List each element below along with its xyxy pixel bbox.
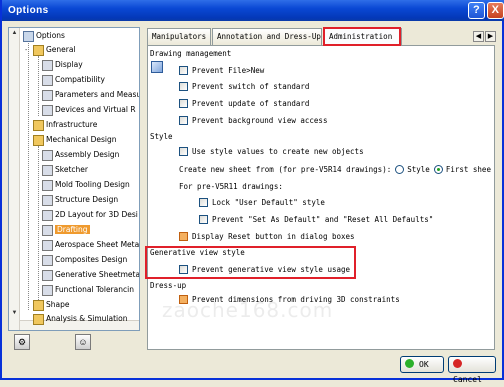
tree-item-options[interactable]: Options bbox=[23, 29, 65, 43]
option-lock-user-default[interactable]: Lock "User Default" style bbox=[199, 197, 325, 208]
tree-item-sketcher[interactable]: Sketcher bbox=[42, 163, 88, 177]
cancel-button[interactable]: Cancel bbox=[448, 356, 496, 384]
checkbox[interactable] bbox=[179, 264, 188, 274]
drafting-icon bbox=[42, 224, 53, 236]
parameters-icon bbox=[42, 89, 53, 101]
tree-item-aerospace-sheet-metal[interactable]: Aerospace Sheet Metal bbox=[42, 238, 139, 252]
close-button[interactable]: X bbox=[487, 2, 504, 19]
options-dialog: Options ? X ▲ ▼ Options - General Displa… bbox=[0, 0, 504, 384]
option-prevent-update[interactable]: Prevent update of standard bbox=[179, 98, 309, 109]
reset-options-icon[interactable]: ⚙ bbox=[14, 334, 30, 350]
tree-item-display[interactable]: Display bbox=[42, 58, 83, 72]
tree-item-2d-layout[interactable]: 2D Layout for 3D Desi bbox=[42, 208, 138, 222]
ok-button[interactable]: OK bbox=[400, 356, 444, 373]
assembly-icon bbox=[42, 149, 53, 161]
window-title: Options bbox=[8, 5, 49, 16]
scroll-down-icon[interactable]: ▼ bbox=[10, 309, 19, 318]
tree-item-mold-tooling[interactable]: Mold Tooling Design bbox=[42, 178, 130, 192]
option-prevent-generative[interactable]: Prevent generative view style usage bbox=[179, 264, 350, 275]
help-button[interactable]: ? bbox=[468, 2, 485, 19]
title-bar[interactable]: Options ? X bbox=[2, 0, 504, 21]
checkbox[interactable] bbox=[199, 197, 208, 207]
sketcher-icon bbox=[42, 164, 53, 176]
checkbox[interactable] bbox=[199, 214, 208, 224]
tree-item-structure-design[interactable]: Structure Design bbox=[42, 193, 118, 207]
folder-icon bbox=[33, 44, 44, 56]
composites-icon bbox=[42, 254, 53, 266]
option-prevent-set-as-default[interactable]: Prevent "Set As Default" and "Reset All … bbox=[199, 214, 433, 225]
tree-item-devices[interactable]: Devices and Virtual R bbox=[42, 103, 136, 117]
option-prevent-background[interactable]: Prevent background view access bbox=[179, 115, 327, 126]
folder-icon bbox=[33, 119, 44, 131]
pre-v5r11-label: For pre-V5R11 drawings: bbox=[179, 182, 283, 191]
folder-icon bbox=[33, 313, 44, 325]
option-use-style-values[interactable]: Use style values to create new objects bbox=[179, 146, 364, 157]
folder-icon bbox=[33, 299, 44, 311]
section-drawing-management: Drawing management bbox=[149, 48, 494, 60]
tree-vertical-scrollbar[interactable]: ▲ ▼ bbox=[9, 28, 20, 330]
tab-manipulators[interactable]: Manipulators bbox=[147, 28, 211, 45]
tolerancing-icon bbox=[42, 284, 53, 296]
ok-icon bbox=[405, 359, 414, 368]
display-icon bbox=[42, 59, 53, 71]
lock-settings-icon bbox=[151, 61, 163, 73]
scroll-up-icon[interactable]: ▲ bbox=[10, 29, 19, 38]
option-prevent-switch[interactable]: Prevent switch of standard bbox=[179, 81, 309, 92]
mold-icon bbox=[42, 179, 53, 191]
tree-item-assembly-design[interactable]: Assembly Design bbox=[42, 148, 119, 162]
checkbox[interactable] bbox=[179, 98, 188, 108]
tab-annotation-dress-up[interactable]: Annotation and Dress-Up bbox=[212, 28, 322, 45]
layout-icon bbox=[42, 209, 53, 221]
tree-item-generative-sheetmetal[interactable]: Generative Sheetmetal bbox=[42, 268, 139, 282]
watermark: zaoche168.com bbox=[162, 298, 334, 322]
create-new-sheet-row: Create new sheet from (for pre-V5R14 dra… bbox=[179, 164, 491, 174]
tree-item-parameters[interactable]: Parameters and Measur bbox=[42, 88, 139, 102]
sheetmetal-icon bbox=[42, 269, 53, 281]
tab-scroll: ◀ ▶ bbox=[472, 31, 496, 42]
checkbox[interactable] bbox=[179, 115, 188, 125]
tree-item-general[interactable]: General bbox=[33, 43, 76, 57]
tree-item-composites-design[interactable]: Composites Design bbox=[42, 253, 127, 267]
checkbox-locked[interactable] bbox=[179, 231, 188, 241]
tab-administration[interactable]: Administration bbox=[324, 28, 402, 46]
tree-item-infrastructure[interactable]: Infrastructure bbox=[33, 118, 97, 132]
sheet-metal-icon bbox=[42, 239, 53, 251]
tree-item-mechanical-design[interactable]: Mechanical Design bbox=[33, 133, 116, 147]
compatibility-icon bbox=[42, 74, 53, 86]
tab-right-icon[interactable]: ▶ bbox=[485, 31, 496, 42]
option-prevent-file-new[interactable]: Prevent File>New bbox=[179, 65, 264, 76]
cancel-icon bbox=[453, 359, 462, 368]
tree-item-shape[interactable]: Shape bbox=[33, 298, 70, 312]
devices-icon bbox=[42, 104, 53, 116]
tree-item-functional-tolerancing[interactable]: Functional Tolerancin bbox=[42, 283, 134, 297]
radio-style[interactable] bbox=[395, 164, 405, 174]
section-style: Style bbox=[149, 131, 494, 143]
tab-left-icon[interactable]: ◀ bbox=[473, 31, 484, 42]
tree-item-analysis-simulation[interactable]: Analysis & Simulation bbox=[33, 312, 127, 326]
tree-item-drafting[interactable]: Drafting bbox=[42, 223, 90, 237]
checkbox[interactable] bbox=[179, 146, 188, 156]
option-display-reset[interactable]: Display Reset button in dialog boxes bbox=[179, 231, 355, 242]
radio-first-sheet[interactable] bbox=[433, 164, 443, 174]
checkbox[interactable] bbox=[179, 65, 188, 75]
options-tree: ▲ ▼ Options - General Display Compatibil… bbox=[8, 27, 140, 331]
folder-icon bbox=[33, 134, 44, 146]
section-dress-up: Dress-up bbox=[149, 280, 494, 292]
options-root-icon bbox=[23, 30, 34, 42]
section-generative-view-style: Generative view style bbox=[149, 247, 494, 259]
tree-item-compatibility[interactable]: Compatibility bbox=[42, 73, 105, 87]
user-settings-icon[interactable]: ☺ bbox=[75, 334, 91, 350]
structure-icon bbox=[42, 194, 53, 206]
checkbox[interactable] bbox=[179, 81, 188, 91]
